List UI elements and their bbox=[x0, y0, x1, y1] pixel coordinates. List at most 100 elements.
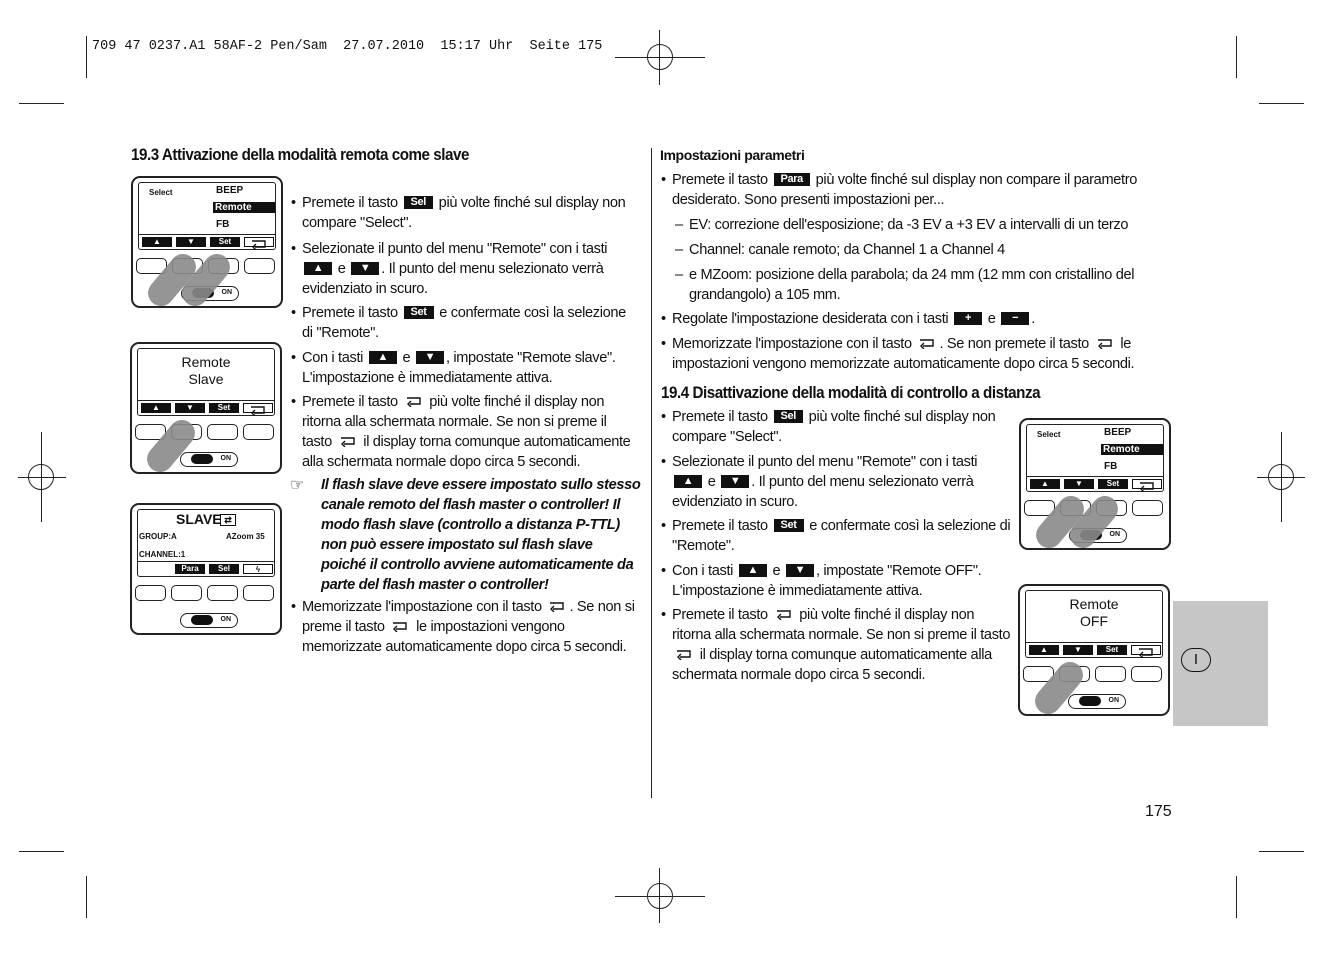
flash-device-diagram: SLAVE ⇄ GROUP:A AZoom 35 CHANNEL:1 Para Sel ϟ ON bbox=[130, 503, 282, 635]
key-label: Set bbox=[403, 306, 434, 319]
softkey-label: Para bbox=[175, 564, 205, 574]
text-segment: Premete il tasto bbox=[302, 195, 402, 211]
registration-mark bbox=[28, 464, 54, 490]
softkey-down-icon: ▼ bbox=[1064, 479, 1094, 489]
display-text: GROUP:A bbox=[139, 532, 177, 541]
up-arrow-key-icon: ▲ bbox=[304, 262, 332, 275]
softkey-up-icon: ▲ bbox=[1030, 479, 1060, 489]
device-display: Remote OFF ▲ ▼ Set bbox=[1025, 590, 1163, 659]
text-segment: Premete il tasto bbox=[672, 409, 772, 425]
bullet-item: Premete il tasto Sel più volte finché su… bbox=[290, 193, 635, 233]
crop-mark-line bbox=[1259, 851, 1304, 852]
text-segment: Regolate l'impostazione desiderata con i… bbox=[672, 311, 953, 327]
text-segment: EV: correzione dell'esposizione; da -3 E… bbox=[689, 217, 1129, 233]
bullet-item: Premete il tasto Sel più volte finché su… bbox=[660, 407, 1012, 447]
bullet-item: Con i tasti ▲ e ▼, impostate "Remote OFF… bbox=[660, 561, 1012, 601]
key-label: Sel bbox=[403, 196, 433, 209]
device-button bbox=[1132, 500, 1163, 516]
down-arrow-key-icon: ▼ bbox=[415, 351, 444, 364]
language-tab-letter: I bbox=[1181, 648, 1211, 672]
device-display: Select BEEP Remote FB ▲ ▼ Set bbox=[1026, 424, 1164, 493]
key-label: Para bbox=[773, 173, 810, 186]
crop-mark-line bbox=[1236, 36, 1237, 78]
softkey-down-icon: ▼ bbox=[175, 403, 205, 413]
down-arrow-key-icon: ▼ bbox=[351, 262, 380, 275]
device-display: SLAVE ⇄ GROUP:A AZoom 35 CHANNEL:1 Para Sel ϟ bbox=[137, 509, 275, 577]
text-segment: . Se non premete il tasto bbox=[939, 336, 1093, 352]
key-label: Set bbox=[773, 519, 804, 532]
text-segment: Selezionate il punto del menu "Remote" c… bbox=[302, 241, 608, 257]
text-segment: e bbox=[398, 350, 414, 366]
return-key-icon bbox=[391, 618, 409, 633]
text-segment: il display torna comunque automaticament… bbox=[672, 647, 992, 683]
up-arrow-key-icon: ▲ bbox=[738, 564, 767, 577]
text-segment: e bbox=[984, 311, 1000, 327]
crop-mark-line bbox=[1236, 876, 1237, 918]
display-text: Slave bbox=[188, 371, 224, 387]
device-button bbox=[135, 585, 166, 601]
return-key-icon bbox=[775, 606, 793, 621]
column-divider bbox=[651, 148, 652, 798]
remote-icon: ⇄ bbox=[220, 514, 236, 526]
return-key-icon bbox=[548, 598, 566, 613]
display-highlight: Remote bbox=[1101, 444, 1163, 455]
softkey-label: Sel bbox=[209, 564, 239, 574]
text-segment: e bbox=[704, 474, 720, 490]
display-text: FB bbox=[1104, 461, 1118, 472]
down-arrow-key-icon: ▼ bbox=[721, 475, 750, 488]
bullet-item: Memorizzate l'impostazione con il tasto … bbox=[660, 334, 1165, 374]
display-text: FB bbox=[216, 219, 230, 230]
text-segment: Premete il tasto bbox=[302, 305, 402, 321]
display-text: Remote bbox=[181, 354, 231, 370]
softkey-return-icon bbox=[243, 403, 273, 417]
text-segment: Con i tasti bbox=[302, 350, 367, 366]
flash-device-diagram: Remote Slave ▲ ▼ Set ON bbox=[130, 342, 282, 478]
device-button bbox=[243, 585, 274, 601]
softkey-label: Set bbox=[210, 237, 240, 247]
text-segment: . bbox=[1031, 311, 1035, 327]
dash-item: EV: correzione dell'esposizione; da -3 E… bbox=[675, 215, 1165, 235]
key-label: − bbox=[1001, 312, 1030, 325]
text-segment: Premete il tasto bbox=[672, 172, 772, 188]
display-text: Select bbox=[1037, 430, 1061, 439]
display-highlight: Remote bbox=[213, 202, 275, 213]
flash-device-diagram: Select BEEP Remote FB ▲ ▼ Set ON bbox=[131, 176, 283, 312]
softkey-return-icon bbox=[244, 237, 274, 251]
crop-mark-line bbox=[19, 851, 64, 852]
return-key-icon bbox=[918, 335, 936, 350]
flash-device-diagram: Remote OFF ▲ ▼ Set ON bbox=[1018, 584, 1170, 720]
key-label: + bbox=[954, 312, 983, 325]
softkey-label: Set bbox=[209, 403, 239, 413]
display-text: Select bbox=[149, 188, 173, 197]
return-key-icon bbox=[675, 646, 693, 661]
section-heading-19-4: 19.4 Disattivazione della modalità di co… bbox=[661, 384, 1041, 402]
text-segment: Il flash slave deve essere impostato sul… bbox=[321, 477, 641, 593]
text-segment: e bbox=[768, 563, 784, 579]
crop-mark-line bbox=[86, 876, 87, 918]
softkey-return-icon bbox=[1132, 479, 1162, 493]
bullet-item: Premete il tasto Para più volte finché s… bbox=[660, 170, 1165, 210]
crop-mark-line bbox=[86, 36, 87, 78]
return-key-icon bbox=[1096, 335, 1114, 350]
device-button bbox=[1131, 666, 1162, 682]
softkey-up-icon: ▲ bbox=[142, 237, 172, 247]
page-number: 175 bbox=[1145, 803, 1172, 820]
text-segment: Con i tasti bbox=[672, 563, 737, 579]
key-label: Sel bbox=[773, 410, 803, 423]
bullet-item: Premete il tasto Set e confermate così l… bbox=[660, 516, 1012, 556]
bullet-item: Selezionate il punto del menu "Remote" c… bbox=[290, 239, 635, 299]
text-segment: Memorizzate l'impostazione con il tasto bbox=[672, 336, 916, 352]
softkey-flash-icon: ϟ bbox=[243, 564, 273, 574]
power-switch: ON bbox=[180, 613, 238, 628]
pointing-hand-icon: ☞ bbox=[290, 477, 305, 494]
display-text: BEEP bbox=[1104, 427, 1132, 438]
registration-mark bbox=[1268, 464, 1294, 490]
bullet-item: Con i tasti ▲ e ▼, impostate "Remote sla… bbox=[290, 348, 635, 388]
display-text: Remote bbox=[1069, 596, 1119, 612]
device-button bbox=[243, 424, 274, 440]
text-segment: Channel: canale remoto; da Channel 1 a C… bbox=[689, 242, 1005, 258]
bullet-item: Premete il tasto più volte finché il dis… bbox=[290, 392, 635, 472]
up-arrow-key-icon: ▲ bbox=[368, 351, 397, 364]
down-arrow-key-icon: ▼ bbox=[785, 564, 814, 577]
return-key-icon bbox=[405, 393, 423, 408]
